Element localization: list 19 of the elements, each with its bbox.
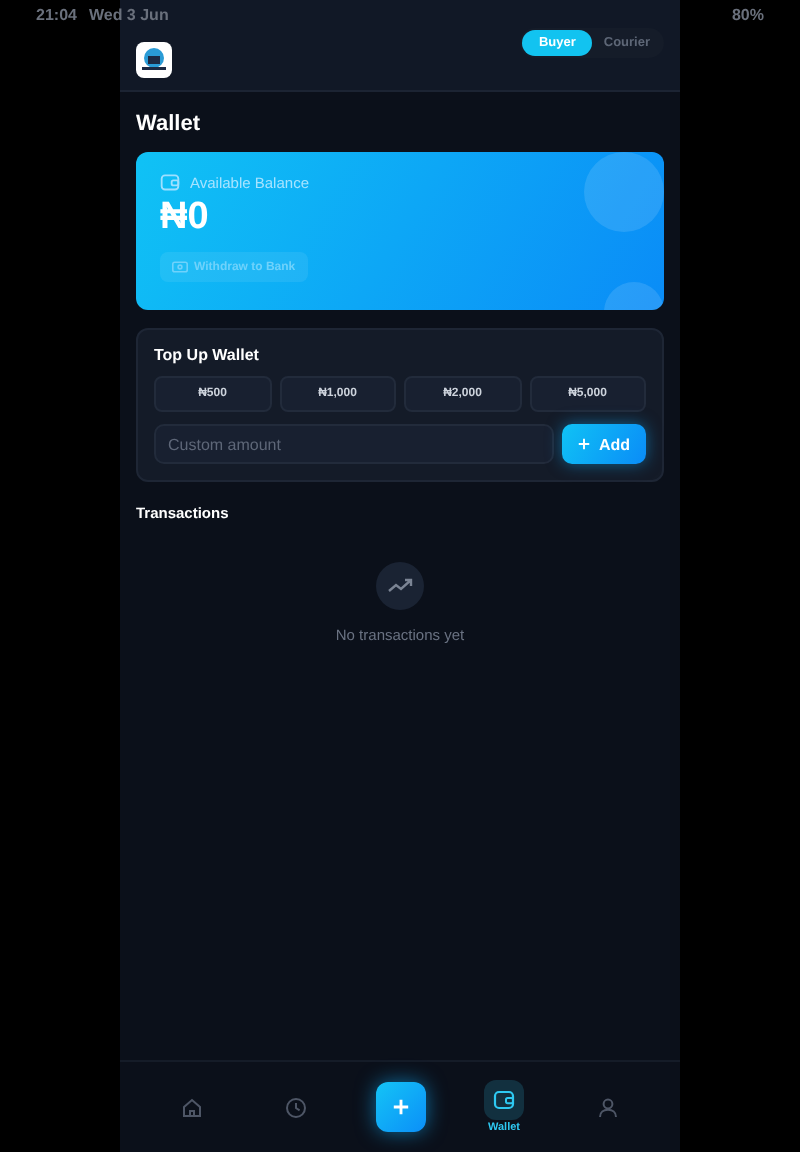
trend-icon: [376, 562, 424, 610]
plus-icon: [578, 438, 591, 450]
status-time: 21:04: [36, 5, 77, 23]
status-date: Wed 3 Jun: [88, 5, 169, 23]
page-title: Wallet: [136, 112, 202, 136]
cash-icon: [172, 260, 188, 274]
user-icon: [596, 1095, 620, 1119]
balance-amount: ₦0: [160, 196, 211, 240]
wallet-icon: [160, 172, 180, 192]
custom-amount-field[interactable]: Custom amount: [154, 424, 555, 464]
top-up-title: Top Up Wallet: [154, 346, 261, 364]
wallet-icon: [492, 1088, 516, 1112]
plus-icon: [391, 1098, 409, 1116]
clock-icon: [284, 1095, 308, 1119]
battery-level: 80%: [731, 5, 764, 23]
app-logo: [136, 42, 172, 78]
create-button[interactable]: [375, 1082, 425, 1132]
home-icon: [180, 1095, 204, 1119]
decor-circle: [584, 152, 664, 232]
